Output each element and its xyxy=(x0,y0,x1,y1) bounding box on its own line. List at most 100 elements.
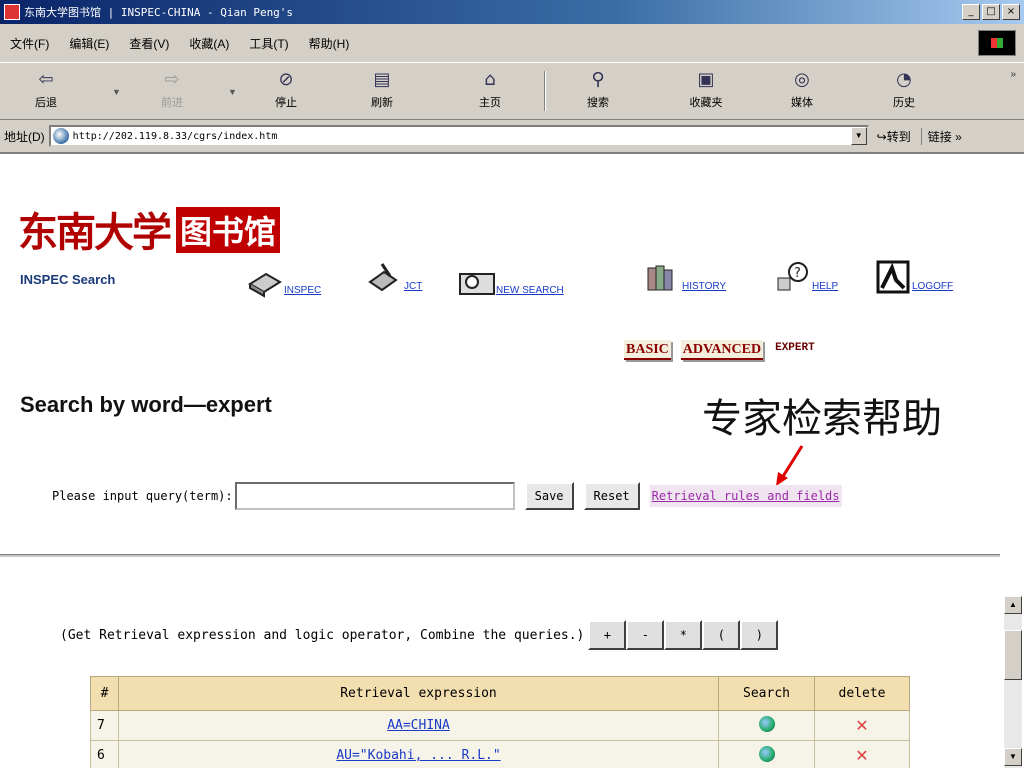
nav-logoff-link[interactable]: LOGOFF xyxy=(912,281,953,292)
scroll-down-arrow-icon[interactable]: ▼ xyxy=(1004,748,1022,766)
new-search-icon xyxy=(459,273,495,295)
maximize-button[interactable]: □ xyxy=(982,4,1000,20)
row-delete-cell: ✕ xyxy=(814,710,910,741)
title-bar: 东南大学图书馆 | INSPEC-CHINA - Qian Peng's _ □… xyxy=(0,0,1024,24)
col-delete-header: delete xyxy=(814,676,910,711)
nav-history-link[interactable]: HISTORY xyxy=(682,281,726,292)
nav-new-search[interactable]: NEW SEARCH xyxy=(458,264,564,298)
run-search-icon[interactable] xyxy=(758,715,775,732)
stop-icon: ⊘ xyxy=(278,69,294,90)
col-number-header: # xyxy=(90,676,119,711)
page-content: 东南大学 图书馆 INSPEC Search INSPEC JCT NEW SEA… xyxy=(0,156,1000,768)
search-button[interactable]: ⚲ 搜索 xyxy=(566,69,630,117)
run-search-icon[interactable] xyxy=(758,745,775,762)
back-label: 后退 xyxy=(35,97,57,109)
menu-edit[interactable]: 编辑(E) xyxy=(69,35,109,52)
home-icon: ⌂ xyxy=(484,69,496,90)
scroll-up-arrow-icon[interactable]: ▲ xyxy=(1004,596,1022,614)
forward-dropdown-icon[interactable]: ▼ xyxy=(228,87,237,97)
nav-jct-link[interactable]: JCT xyxy=(404,281,422,292)
combine-operators-row: (Get Retrieval expression and logic oper… xyxy=(60,620,779,650)
row-number: 7 xyxy=(90,710,119,741)
nav-new-search-link[interactable]: NEW SEARCH xyxy=(496,285,564,296)
back-dropdown-icon[interactable]: ▼ xyxy=(112,87,121,97)
favorites-button[interactable]: ▣ 收藏夹 xyxy=(674,69,738,117)
menu-file[interactable]: 文件(F) xyxy=(10,35,49,52)
nav-jct[interactable]: JCT xyxy=(366,260,422,294)
go-button[interactable]: ↪转到 xyxy=(877,128,911,145)
save-button[interactable]: Save xyxy=(524,482,574,510)
history-button[interactable]: ◔ 历史 xyxy=(872,69,936,117)
operator-plus-button[interactable]: + xyxy=(588,620,627,650)
links-button[interactable]: 链接 » xyxy=(920,127,962,145)
library-logo: 东南大学 图书馆 xyxy=(18,200,281,258)
operator-open-paren-button[interactable]: ( xyxy=(702,620,741,650)
search-mode-tabs: BASIC ADVANCED EXPERT xyxy=(624,340,817,360)
table-row: 6 AU="Kobahi, ... R.L." ✕ xyxy=(90,740,910,768)
expert-help-annotation: 专家检索帮助 xyxy=(702,396,942,442)
refresh-button[interactable]: ▤ 刷新 xyxy=(350,69,414,117)
tab-expert[interactable]: EXPERT xyxy=(773,340,817,360)
row-expression: AU="Kobahi, ... R.L." xyxy=(118,740,719,768)
retrieval-rules-link[interactable]: Retrieval rules and fields xyxy=(649,485,842,507)
nav-help-link[interactable]: HELP xyxy=(812,281,838,292)
address-field[interactable]: http://202.119.8.33/cgrs/index.htm ▼ xyxy=(48,125,869,147)
minimize-button[interactable]: _ xyxy=(962,4,980,20)
nav-inspec[interactable]: INSPEC xyxy=(246,264,321,298)
row-delete-cell: ✕ xyxy=(814,740,910,768)
forward-button[interactable]: ⇨ 前进 xyxy=(140,69,204,117)
stop-label: 停止 xyxy=(275,97,297,109)
operator-minus-button[interactable]: - xyxy=(626,620,665,650)
home-label: 主页 xyxy=(479,97,501,109)
menu-help[interactable]: 帮助(H) xyxy=(309,35,350,52)
expression-link[interactable]: AU="Kobahi, ... R.L." xyxy=(336,748,500,763)
journal-icon xyxy=(368,263,398,292)
delete-icon[interactable]: ✕ xyxy=(855,746,868,765)
tab-advanced[interactable]: ADVANCED xyxy=(680,340,764,360)
operator-and-button[interactable]: * xyxy=(664,620,703,650)
inspec-search-label: INSPEC Search xyxy=(20,272,116,287)
operator-close-paren-button[interactable]: ) xyxy=(740,620,779,650)
menu-tools[interactable]: 工具(T) xyxy=(249,35,288,52)
operator-buttons: + - * ( ) xyxy=(588,620,779,650)
page-icon xyxy=(52,128,69,144)
scroll-track[interactable] xyxy=(1004,596,1022,768)
expression-link[interactable]: AA=CHINA xyxy=(387,718,450,733)
nav-inspec-link[interactable]: INSPEC xyxy=(284,285,321,296)
address-label: 地址(D) xyxy=(4,129,45,144)
logo-university-name: 东南大学 xyxy=(18,209,172,256)
reset-button[interactable]: Reset xyxy=(583,482,640,510)
address-url[interactable]: http://202.119.8.33/cgrs/index.htm xyxy=(73,131,851,142)
query-input[interactable] xyxy=(234,482,515,510)
search-icon: ⚲ xyxy=(591,69,605,90)
standard-toolbar: ⇦ 后退 ▼ ⇨ 前进 ▼ ⊘ 停止 ▤ 刷新 ⌂ 主页 ⚲ 搜索 ▣ 收藏夹 … xyxy=(0,62,1024,120)
window-controls: _ □ × xyxy=(962,4,1020,20)
history-label: 历史 xyxy=(893,97,915,109)
menu-bar: 文件(F) 编辑(E) 查看(V) 收藏(A) 工具(T) 帮助(H) xyxy=(0,24,1024,62)
go-arrow-icon: ↪ xyxy=(876,129,887,144)
scroll-thumb[interactable] xyxy=(1004,630,1022,680)
nav-help[interactable]: ? HELP xyxy=(774,260,838,294)
stop-button[interactable]: ⊘ 停止 xyxy=(254,69,318,117)
delete-icon[interactable]: ✕ xyxy=(855,716,868,735)
help-icon: ? xyxy=(777,262,808,291)
back-button[interactable]: ⇦ 后退 xyxy=(14,69,78,117)
book-icon xyxy=(248,272,282,298)
home-button[interactable]: ⌂ 主页 xyxy=(458,69,522,117)
logoff-door-icon xyxy=(876,260,910,294)
toolbar-more-chevron-icon[interactable]: » xyxy=(1010,69,1016,80)
address-dropdown-icon[interactable]: ▼ xyxy=(850,127,867,145)
search-label: 搜索 xyxy=(587,97,609,109)
section-divider xyxy=(0,554,1000,557)
close-button[interactable]: × xyxy=(1002,4,1020,20)
nav-logoff[interactable]: LOGOFF xyxy=(874,260,953,294)
logo-library-name: 图书馆 xyxy=(176,207,281,253)
vertical-scrollbar[interactable]: ▲ ▼ xyxy=(1000,156,1024,768)
media-button[interactable]: ◎ 媒体 xyxy=(770,69,834,117)
menu-favorites[interactable]: 收藏(A) xyxy=(189,35,229,52)
tab-basic[interactable]: BASIC xyxy=(624,340,671,360)
media-label: 媒体 xyxy=(791,97,813,109)
menu-view[interactable]: 查看(V) xyxy=(129,35,169,52)
nav-history[interactable]: HISTORY xyxy=(644,260,726,294)
col-expression-header: Retrieval expression xyxy=(118,676,719,711)
